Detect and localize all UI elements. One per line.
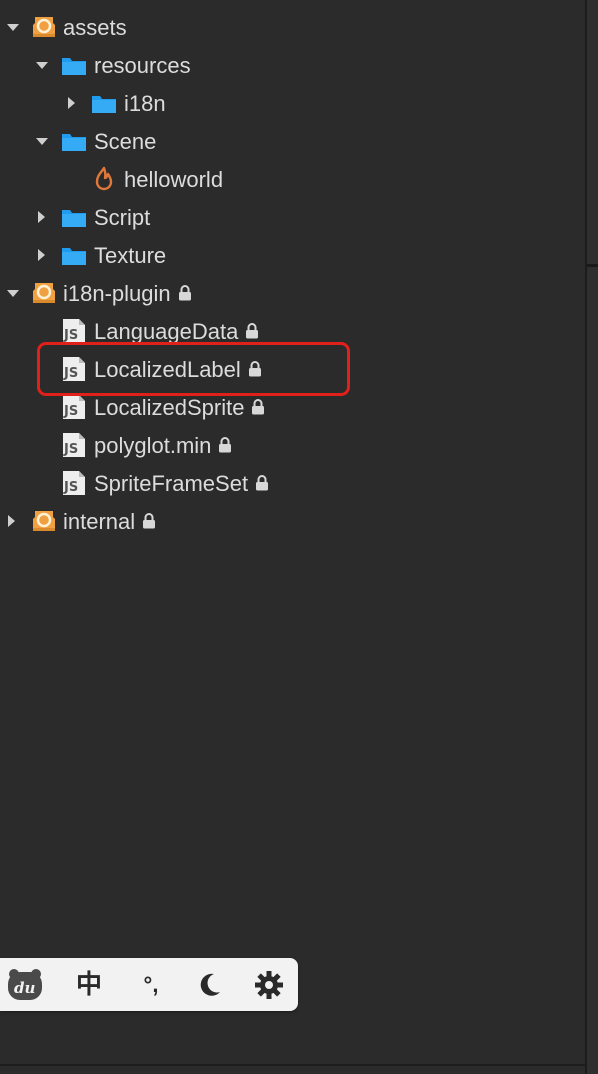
tree-item-localizedlabel[interactable]: LocalizedLabel [0, 350, 585, 388]
tree-item-label-wrap: polyglot.min [94, 433, 232, 459]
js-file-icon [60, 317, 88, 345]
panel-divider-notch [587, 264, 598, 267]
tree-item-label: LocalizedSprite [94, 395, 245, 420]
js-file-icon [60, 469, 88, 497]
tree-item-label: assets [63, 15, 127, 40]
tree-item-resources[interactable]: resources [0, 46, 585, 84]
tree-item-scene[interactable]: Scene [0, 122, 585, 160]
lock-icon [255, 475, 269, 491]
folder-icon [60, 127, 88, 155]
tree-item-languagedata[interactable]: LanguageData [0, 312, 585, 350]
tree-item-localizedsprite[interactable]: LocalizedSprite [0, 388, 585, 426]
collapse-arrow-icon[interactable] [68, 97, 75, 109]
database-icon [30, 279, 58, 307]
tree-item-internal[interactable]: internal [0, 502, 585, 540]
tree-item-label: i18n [124, 91, 166, 116]
js-file-icon [60, 355, 88, 383]
ime-toolbar: du 中 °, [0, 958, 298, 1011]
js-file-icon [60, 393, 88, 421]
expand-arrow-icon[interactable] [36, 138, 48, 145]
tree-item-spriteframeset[interactable]: SpriteFrameSet [0, 464, 585, 502]
tree-item-label-wrap: internal [63, 509, 156, 535]
tree-item-label-wrap: SpriteFrameSet [94, 471, 269, 497]
tree-item-label-wrap: LocalizedLabel [94, 357, 262, 383]
asset-tree: assets resources i18n Scene helloworld S… [0, 8, 585, 540]
tree-item-label: i18n-plugin [63, 281, 171, 306]
tree-item-assets[interactable]: assets [0, 8, 585, 46]
punctuation-button[interactable]: °, [132, 966, 170, 1004]
folder-icon [60, 241, 88, 269]
moon-icon[interactable] [190, 966, 228, 1004]
tree-item-label-wrap: LocalizedSprite [94, 395, 265, 421]
gear-icon[interactable] [250, 966, 288, 1004]
js-file-icon [60, 431, 88, 459]
expand-arrow-icon[interactable] [36, 62, 48, 69]
tree-item-label: internal [63, 509, 136, 534]
tree-item-i18n[interactable]: i18n [0, 84, 585, 122]
tree-item-label: Script [94, 205, 151, 230]
database-icon [30, 507, 58, 535]
tree-item-label: resources [94, 53, 191, 78]
tree-item-label: LocalizedLabel [94, 357, 241, 382]
tree-item-label: helloworld [124, 167, 224, 192]
lock-icon [248, 361, 262, 377]
folder-icon [60, 51, 88, 79]
tree-item-label: Scene [94, 129, 157, 154]
expand-arrow-icon[interactable] [7, 290, 19, 297]
collapse-arrow-icon[interactable] [38, 249, 45, 261]
adjacent-panel-strip [587, 0, 598, 1074]
baidu-logo-icon[interactable]: du [6, 966, 44, 1004]
tree-item-label-wrap: i18n-plugin [63, 281, 192, 307]
lock-icon [251, 399, 265, 415]
expand-arrow-icon[interactable] [7, 24, 19, 31]
tree-item-label-wrap: LanguageData [94, 319, 259, 345]
ime-logo-text: du [14, 979, 35, 997]
lock-icon [218, 437, 232, 453]
collapse-arrow-icon[interactable] [8, 515, 15, 527]
bottom-divider [0, 1064, 586, 1066]
tree-item-label: Texture [94, 243, 167, 268]
tree-item-texture[interactable]: Texture [0, 236, 585, 274]
tree-item-label: LanguageData [94, 319, 239, 344]
lock-icon [178, 285, 192, 301]
lock-icon [142, 513, 156, 529]
tree-item-i18n-plugin[interactable]: i18n-plugin [0, 274, 585, 312]
tree-item-helloworld[interactable]: helloworld [0, 160, 585, 198]
tree-item-polyglot[interactable]: polyglot.min [0, 426, 585, 464]
collapse-arrow-icon[interactable] [38, 211, 45, 223]
database-icon [30, 13, 58, 41]
chinese-mode-button[interactable]: 中 [70, 966, 108, 1004]
tree-item-label: polyglot.min [94, 433, 212, 458]
fire-scene-icon [90, 165, 118, 193]
lock-icon [245, 323, 259, 339]
folder-icon [60, 203, 88, 231]
tree-item-label: SpriteFrameSet [94, 471, 249, 496]
tree-item-script[interactable]: Script [0, 198, 585, 236]
folder-icon [90, 89, 118, 117]
